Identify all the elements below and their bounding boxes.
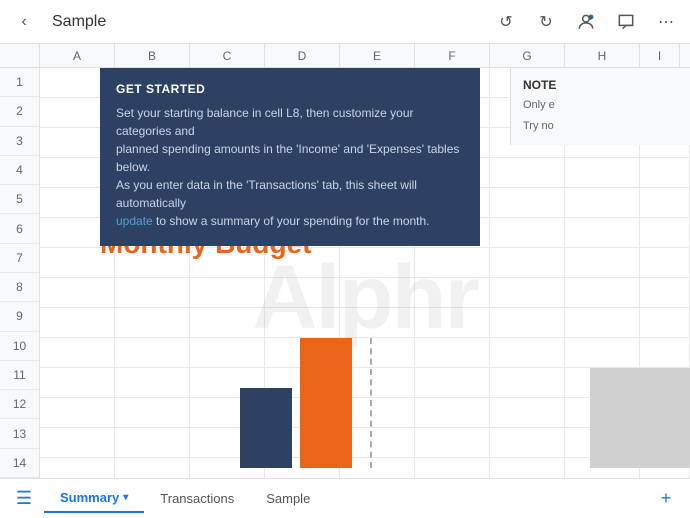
row-3[interactable]: 3 xyxy=(0,127,39,156)
info-box-title: GET STARTED xyxy=(116,82,464,96)
info-box: GET STARTED Set your starting balance in… xyxy=(100,68,480,246)
row-4[interactable]: 4 xyxy=(0,156,39,185)
sheets-menu-button[interactable]: ☰ xyxy=(8,483,40,515)
row-13[interactable]: 13 xyxy=(0,419,39,448)
tab-transactions[interactable]: Transactions xyxy=(144,485,250,512)
info-box-text: Set your starting balance in cell L8, th… xyxy=(116,104,464,230)
chevron-down-icon: ▾ xyxy=(123,492,128,503)
col-header-d[interactable]: D xyxy=(265,44,340,67)
hamburger-icon: ☰ xyxy=(16,488,32,509)
col-header-h[interactable]: H xyxy=(565,44,640,67)
row-8[interactable]: 8 xyxy=(0,273,39,302)
col-header-c[interactable]: C xyxy=(190,44,265,67)
column-headers: A B C D E F G H I xyxy=(0,44,690,68)
row-6[interactable]: 6 xyxy=(0,214,39,243)
row-numbers: 1 2 3 4 5 6 7 8 9 10 11 12 13 14 xyxy=(0,68,40,478)
row-10[interactable]: 10 xyxy=(0,332,39,361)
row-2[interactable]: 2 xyxy=(0,97,39,126)
col-header-a[interactable]: A xyxy=(40,44,115,67)
row-9[interactable]: 9 xyxy=(0,302,39,331)
note-box-text-1: Only e xyxy=(523,98,678,113)
row-1[interactable]: 1 xyxy=(0,68,39,97)
header: ‹ Sample ↺ ↻ + ⋯ xyxy=(0,0,690,44)
more-button[interactable]: ⋯ xyxy=(654,10,678,34)
add-sheet-button[interactable]: + xyxy=(650,483,682,515)
note-box: NOTE Only e Try no xyxy=(510,68,690,145)
back-button[interactable]: ‹ xyxy=(12,10,36,34)
undo-button[interactable]: ↺ xyxy=(494,10,518,34)
document-title: Sample xyxy=(52,13,106,31)
note-box-title: NOTE xyxy=(523,78,678,92)
chart-area xyxy=(240,338,352,468)
comment-button[interactable] xyxy=(614,10,638,34)
col-header-g[interactable]: G xyxy=(490,44,565,67)
account-button[interactable]: + xyxy=(574,10,598,34)
tab-sample[interactable]: Sample xyxy=(250,485,326,512)
chart-dashed-line xyxy=(370,338,372,468)
note-box-text-2: Try no xyxy=(523,119,678,134)
col-header-f[interactable]: F xyxy=(415,44,490,67)
row-num-header xyxy=(0,44,40,67)
content-area: Alphr GET STARTED Set your starting bala… xyxy=(40,68,690,478)
spreadsheet-area: 1 2 3 4 5 6 7 8 9 10 11 12 13 14 xyxy=(0,68,690,478)
row-14[interactable]: 14 xyxy=(0,449,39,478)
col-header-e[interactable]: E xyxy=(340,44,415,67)
col-header-i[interactable]: I xyxy=(640,44,680,67)
chart-gray-box xyxy=(590,368,690,468)
row-5[interactable]: 5 xyxy=(0,185,39,214)
tab-transactions-label: Transactions xyxy=(160,491,234,506)
chart-bar-navy xyxy=(240,388,292,468)
col-header-b[interactable]: B xyxy=(115,44,190,67)
row-11[interactable]: 11 xyxy=(0,361,39,390)
chart-bar-orange xyxy=(300,338,352,468)
row-12[interactable]: 12 xyxy=(0,390,39,419)
tab-summary[interactable]: Summary ▾ xyxy=(44,484,144,513)
tab-sample-label: Sample xyxy=(266,491,310,506)
header-left: ‹ Sample xyxy=(12,10,106,34)
tab-summary-label: Summary xyxy=(60,490,119,505)
header-right: ↺ ↻ + ⋯ xyxy=(494,10,678,34)
row-7[interactable]: 7 xyxy=(0,244,39,273)
bottom-tabs: ☰ Summary ▾ Transactions Sample + xyxy=(0,478,690,518)
redo-button[interactable]: ↻ xyxy=(534,10,558,34)
